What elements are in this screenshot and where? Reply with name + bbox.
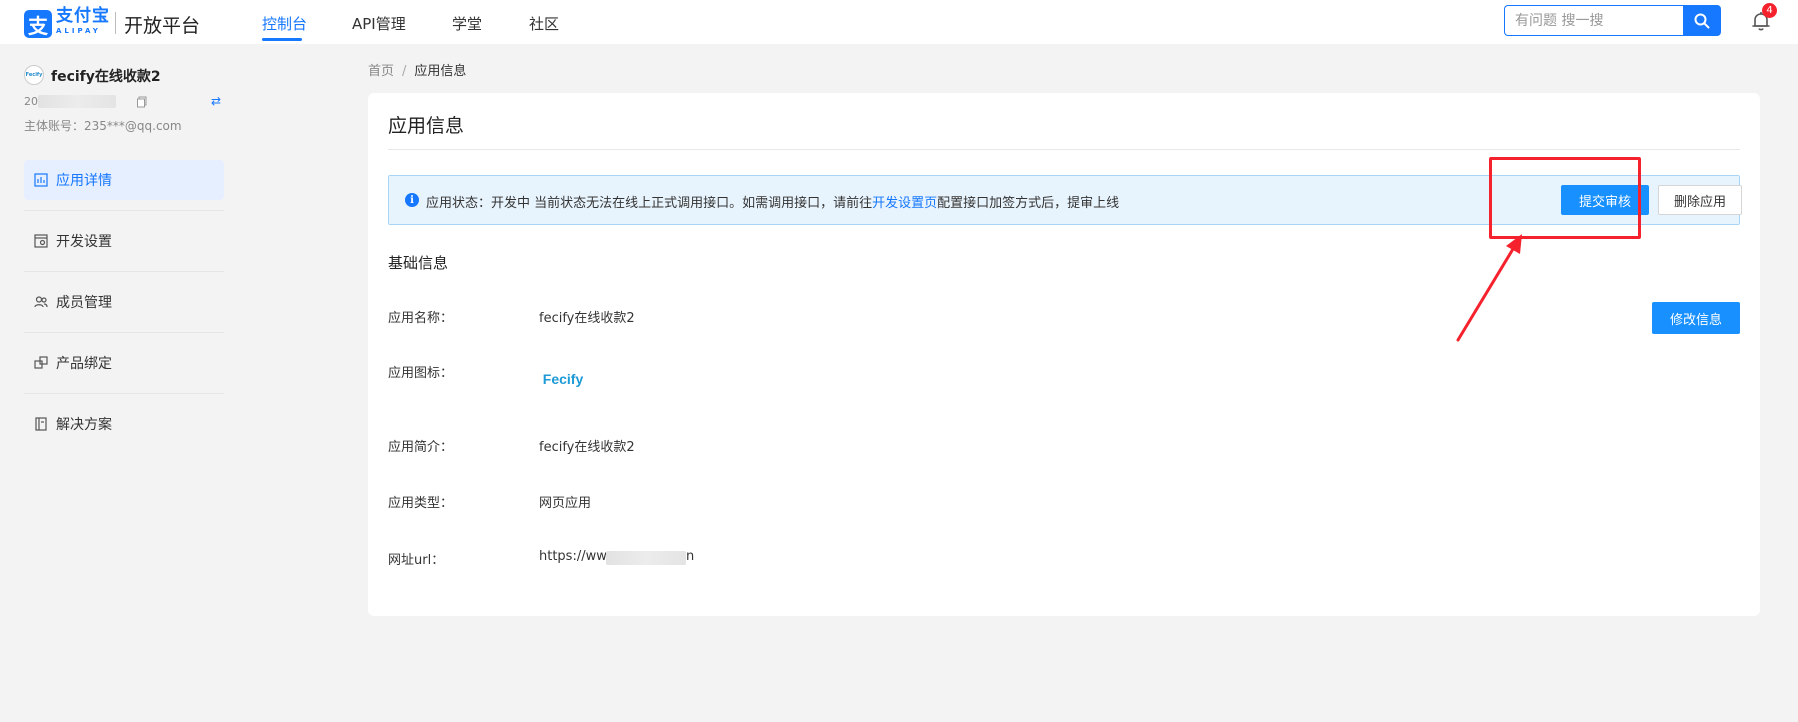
sidebar-item-label: 应用详情 (56, 173, 112, 189)
delete-app-button[interactable]: 删除应用 (1658, 185, 1742, 215)
app-id: 20 (24, 95, 38, 108)
field-label-app-icon: 应用图标： (388, 366, 454, 381)
sidebar: Fecify fecify在线收款2 20 ⇄ 主体账号：235***@qq.c… (0, 44, 250, 722)
app-icon-image: Fecify (539, 365, 587, 393)
solution-icon (35, 417, 47, 431)
sidebar-divider (24, 210, 224, 211)
sidebar-divider (24, 393, 224, 394)
search-button[interactable] (1683, 5, 1721, 36)
sidebar-item-solutions[interactable]: 解决方案 (24, 404, 224, 444)
logo-cn: 支付宝 (56, 6, 110, 26)
app-name: fecify在线收款2 (51, 69, 161, 85)
url-suffix: n (686, 549, 695, 564)
section-title: 基础信息 (388, 254, 449, 272)
field-value-app-name: fecify在线收款2 (539, 311, 635, 326)
nav-console[interactable]: 控制台 (262, 13, 307, 34)
sidebar-item-label: 产品绑定 (56, 356, 112, 372)
title-divider (388, 149, 1740, 150)
breadcrumb-separator: / (402, 64, 407, 79)
main-account: 主体账号：235***@qq.com (24, 119, 182, 133)
app-avatar: Fecify (24, 65, 44, 85)
alert-text-after: 配置接口加签方式后，提审上线 (937, 196, 1120, 211)
dev-settings-link[interactable]: 开发设置页 (872, 196, 937, 211)
dev-settings-icon (34, 234, 48, 248)
switch-app-icon[interactable]: ⇄ (211, 94, 221, 108)
breadcrumb-home[interactable]: 首页 (368, 64, 394, 79)
top-bar: 支 支付宝 ALIPAY 开放平台 控制台 API管理 学堂 社区 4 (0, 0, 1798, 44)
field-value-app-type: 网页应用 (539, 496, 592, 511)
sidebar-item-product-bind[interactable]: 产品绑定 (24, 343, 224, 383)
sidebar-item-label: 成员管理 (56, 295, 112, 311)
product-bind-icon (34, 356, 48, 369)
app-detail-icon (34, 173, 48, 187)
url-prefix: https://ww (539, 549, 607, 564)
logo-en: ALIPAY (56, 27, 101, 35)
breadcrumb-current: 应用信息 (414, 64, 467, 79)
nav-academy[interactable]: 学堂 (452, 13, 482, 34)
field-label-url: 网址url： (388, 553, 445, 568)
sidebar-item-app-detail[interactable]: 应用详情 (24, 160, 224, 200)
info-icon: i (405, 193, 419, 207)
sidebar-item-label: 解决方案 (56, 417, 112, 433)
url-redacted (606, 551, 686, 565)
app-info-card: 应用信息 i 应用状态：开发中 当前状态无法在线上正式调用接口。如需调用接口，请… (368, 93, 1760, 616)
submit-review-button[interactable]: 提交审核 (1561, 185, 1649, 215)
app-avatar-text: Fecify (25, 72, 43, 78)
app-icon-logo-text: Fecify (542, 371, 584, 387)
status-alert: i 应用状态：开发中 当前状态无法在线上正式调用接口。如需调用接口，请前往开发设… (388, 175, 1742, 225)
sidebar-divider (24, 271, 224, 272)
sidebar-item-dev-settings[interactable]: 开发设置 (24, 221, 224, 261)
nav-active-indicator (262, 38, 302, 41)
alert-text-before: 应用状态：开发中 当前状态无法在线上正式调用接口。如需调用接口，请前往 (426, 196, 873, 211)
alipay-logo-icon[interactable]: 支 (24, 10, 52, 38)
members-icon (34, 296, 48, 308)
copy-icon[interactable] (136, 96, 148, 108)
page-title: 应用信息 (388, 115, 465, 137)
nav-api-management[interactable]: API管理 (352, 13, 406, 34)
breadcrumb: 首页 / 应用信息 (368, 60, 466, 79)
search-input[interactable] (1504, 5, 1684, 36)
edit-info-button[interactable]: 修改信息 (1652, 302, 1740, 334)
field-label-app-desc: 应用简介： (388, 440, 454, 455)
platform-title: 开放平台 (124, 15, 201, 37)
alipay-logo-text[interactable]: 支付宝 ALIPAY (56, 8, 112, 35)
status-alert-text: 应用状态：开发中 当前状态无法在线上正式调用接口。如需调用接口，请前往开发设置页… (426, 192, 1119, 211)
field-value-app-desc: fecify在线收款2 (539, 440, 635, 455)
field-label-app-name: 应用名称： (388, 311, 454, 326)
notification-badge: 4 (1762, 3, 1777, 18)
logo-divider (115, 12, 116, 34)
app-id-redacted (38, 95, 116, 108)
sidebar-item-members[interactable]: 成员管理 (24, 282, 224, 322)
sidebar-divider (24, 332, 224, 333)
field-value-url: https://ww (539, 549, 607, 564)
nav-community[interactable]: 社区 (529, 13, 559, 34)
sidebar-item-label: 开发设置 (56, 234, 112, 250)
search-icon (1694, 13, 1710, 28)
field-label-app-type: 应用类型： (388, 496, 454, 511)
